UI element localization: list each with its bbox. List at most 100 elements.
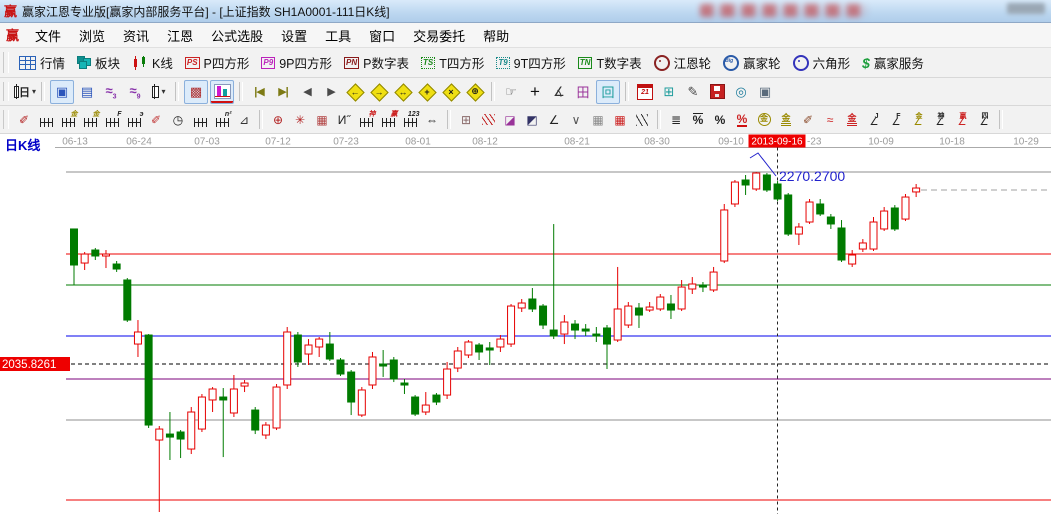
network[interactable]: ◎ [730,81,752,103]
gold-levels[interactable]: 金 [775,109,797,131]
plain-time-lines[interactable] [189,109,211,131]
wave-box[interactable]: ≈ [819,109,841,131]
fib-time-lines[interactable]: F [101,109,123,131]
p-number-table[interactable]: PNP数字表 [338,51,415,74]
market-quotes[interactable]: 行情 [13,51,71,74]
shift-right[interactable]: → [368,81,390,103]
workstation[interactable]: ▣ [754,81,776,103]
gold-time-lines-2[interactable]: 金 [79,109,101,131]
goto-last-icon: ▶| [278,85,288,98]
menu-item-8[interactable]: 交易委托 [404,24,474,47]
kline-view[interactable]: K线 [126,51,179,74]
n2-time-lines[interactable]: n² [211,109,233,131]
f-angle[interactable]: F∠ [885,109,907,131]
gold-angle[interactable]: 金∠ [907,109,929,131]
fan-box-dark[interactable]: ◩ [521,109,543,131]
parallel-lines[interactable] [631,109,653,131]
circle-cross[interactable]: ⊕ [267,109,289,131]
volume-histogram[interactable] [210,80,234,104]
gann-wheel[interactable]: 江恩轮 [648,51,718,74]
time-cycle[interactable]: ◷ [167,109,189,131]
four-angle[interactable]: 四∠ [973,109,995,131]
hexagon-chart[interactable]: 六角形 [787,51,857,74]
gann-fan[interactable] [477,109,499,131]
menu-item-5[interactable]: 设置 [272,24,316,47]
gold-circle[interactable]: 金 [753,109,775,131]
winner-wheel[interactable]: Big赢家轮 [717,51,787,74]
pan-hand[interactable]: ☞ [500,81,522,103]
square-ruler[interactable]: ⊞ [455,109,477,131]
spiral-time-lines[interactable]: э [123,109,145,131]
brush-levels[interactable]: ✐ [797,109,819,131]
zoom-out[interactable]: + [416,81,438,103]
shen-time-lines[interactable]: 神 [355,109,377,131]
window-controls-blurred[interactable] [1007,3,1045,14]
shift-left[interactable]: ← [344,81,366,103]
numbered-time-lines[interactable]: 123 [399,109,421,131]
j-angle[interactable]: J∠ [863,109,885,131]
measure-angle[interactable]: ∡ [548,81,570,103]
marker-pen[interactable]: ✐ [145,109,167,131]
gann-box-tool[interactable]: 田 [572,81,594,103]
menu-item-4[interactable]: 公式选股 [202,24,272,47]
red-grid[interactable]: ▦ [609,109,631,131]
v-check[interactable]: ∨ [565,109,587,131]
calculator[interactable]: ⊞ [658,81,680,103]
gold-retrace[interactable]: 金 [841,109,863,131]
app-logo-icon[interactable]: 赢 [4,5,17,18]
calendar[interactable]: 21 [634,81,656,103]
n-wave[interactable]: И˝ [333,109,355,131]
shen-angle[interactable]: 神∠ [929,109,951,131]
kline-chart-canvas[interactable]: 06-1306-2407-0307-1207-2308-0108-1208-21… [0,134,1051,514]
goto-first[interactable]: |◀ [248,81,270,103]
9p-square[interactable]: P99P四方形 [255,51,338,74]
angle-lines[interactable]: ∠ [543,109,565,131]
winner-service[interactable]: $赢家服务 [856,51,930,74]
goto-last[interactable]: ▶| [272,81,294,103]
trend-pen[interactable]: ✐ [13,109,35,131]
menu-item-0[interactable]: 文件 [26,24,70,47]
fan-box-purple[interactable]: ◪ [499,109,521,131]
percent-plain[interactable]: % [709,109,731,131]
angle-ruler[interactable]: ⊿ [233,109,255,131]
period-day-selector[interactable]: 日▾ [14,81,36,103]
menu-item-1[interactable]: 浏览 [70,24,114,47]
region-map[interactable]: ▩ [184,80,208,104]
menu-item-3[interactable]: 江恩 [158,24,202,47]
grid-box[interactable]: ▦ [311,109,333,131]
notes[interactable]: ✎ [682,81,704,103]
candle-style[interactable]: ▾ [148,81,170,103]
price-ladder[interactable]: ≣ [665,109,687,131]
sectors[interactable]: 板块 [71,51,126,74]
page-left[interactable]: ◀ [296,81,318,103]
gann-time-lines[interactable] [35,109,57,131]
menu-item-2[interactable]: 资讯 [114,24,158,47]
t-square[interactable]: TST四方形 [415,51,490,74]
menu-item-7[interactable]: 窗口 [360,24,404,47]
9t-square[interactable]: T99T四方形 [490,51,571,74]
wave-9[interactable]: ≈9 [124,81,146,103]
maze-tool[interactable]: 回 [596,80,620,104]
percent-retrace[interactable]: % [731,109,753,131]
dot-grid[interactable]: ▦ [587,109,609,131]
win-angle[interactable]: 赢∠ [951,109,973,131]
span-arrow[interactable]: ⇔ [421,109,443,131]
percent-strike[interactable]: % [687,109,709,131]
wave-3[interactable]: ≈3 [100,81,122,103]
menu-item-6[interactable]: 工具 [316,24,360,47]
page-right[interactable]: ▶ [320,81,342,103]
multi-chart-window[interactable]: ▣ [50,80,74,104]
expand-horizontal[interactable]: ↔ [392,81,414,103]
p-square[interactable]: PSP四方形 [179,51,256,74]
crosshair[interactable]: + [524,81,546,103]
gold-time-lines-1[interactable]: 金 [57,109,79,131]
t-number-table[interactable]: TNT数字表 [572,51,648,74]
candle-17 [252,407,259,434]
zoom-reset[interactable]: ⊕ [464,81,486,103]
info-document[interactable]: ▤ [76,81,98,103]
menu-item-9[interactable]: 帮助 [474,24,518,47]
zoom-in[interactable]: × [440,81,462,103]
star-rays[interactable]: ✳ [289,109,311,131]
save[interactable] [706,81,728,103]
win-time-lines[interactable]: 赢 [377,109,399,131]
